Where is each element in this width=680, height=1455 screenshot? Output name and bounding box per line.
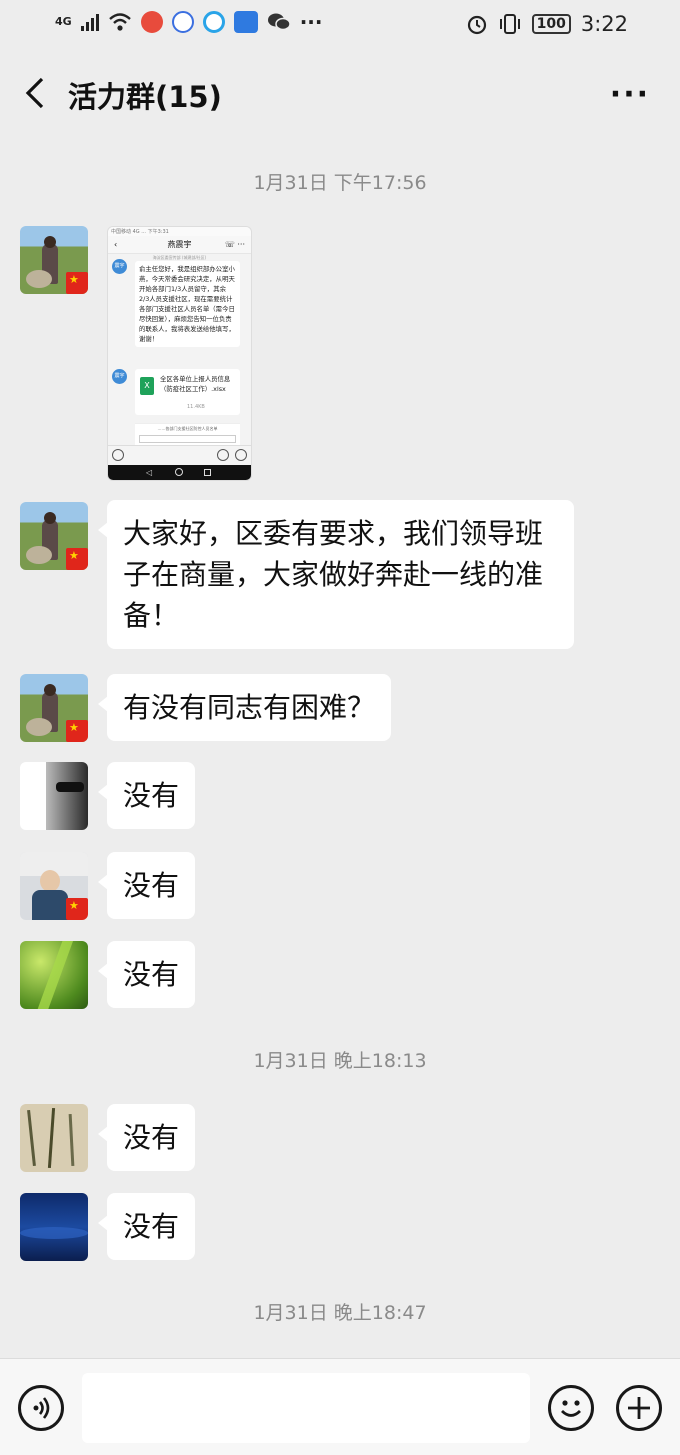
embedded-avatar: 震宇 [112, 369, 127, 384]
message-bubble[interactable]: 没有 [97, 762, 196, 829]
shared-screenshot-image[interactable]: 中国移动 4G ... 下午3:31 ‹ 燕震宇 ☏ ··· 海淀区委宣传部 (… [107, 226, 252, 481]
emoji-icon[interactable] [548, 1385, 594, 1431]
alarm-icon [467, 15, 486, 35]
browser-icon [202, 11, 225, 33]
avatar[interactable] [20, 1193, 88, 1261]
news-icon [233, 11, 258, 33]
embedded-avatar: 震宇 [112, 259, 127, 274]
embedded-file-name: 全区各单位上报人员信息（防疫社区工作）.xlsx [160, 375, 231, 393]
add-more-icon[interactable] [616, 1385, 662, 1431]
signal-icon [80, 13, 99, 31]
status-left: 4G ··· [55, 10, 322, 34]
message-input[interactable] [82, 1373, 530, 1443]
input-bar [0, 1358, 680, 1455]
vibrate-icon [499, 14, 520, 34]
status-time: 3:22 [580, 12, 628, 36]
status-right: 100 3:22 [466, 12, 628, 36]
embedded-nav-bar: ◁ [108, 465, 251, 480]
embedded-status: 中国移动 4G ... 下午3:31 [108, 227, 251, 236]
embedded-file-size: 11.4KB [187, 404, 205, 410]
more-notifications-icon: ··· [299, 10, 323, 34]
timestamp: 1月31日 晚上18:13 [253, 1050, 427, 1072]
message-bubble[interactable]: 没有 [97, 1104, 196, 1171]
more-options-icon[interactable]: ··· [610, 77, 650, 112]
notification-icon [140, 11, 163, 33]
flag-icon [66, 720, 88, 742]
embedded-contact: 燕震宇 [167, 240, 192, 249]
wechat-icon [267, 13, 291, 31]
message-bubble[interactable]: 没有 [97, 1193, 196, 1260]
message-bubble[interactable]: 没有 [97, 941, 196, 1008]
excel-file-icon: X [140, 377, 154, 395]
embedded-table-title: ……各部门支援社区防控人员名单 [157, 426, 218, 431]
chat-title: 活力群(15) [68, 80, 222, 114]
network-type: 4G [55, 15, 72, 28]
flag-icon [66, 548, 88, 570]
battery-icon: 100 [531, 14, 571, 34]
avatar[interactable] [20, 762, 88, 830]
timestamp: 1月31日 晚上18:47 [253, 1302, 427, 1324]
avatar[interactable] [20, 941, 88, 1009]
message-bubble[interactable]: 大家好，区委有要求，我们领导班子在商量，大家做好奔赴一线的准备！ [98, 500, 574, 649]
flag-icon [66, 272, 88, 294]
avatar[interactable] [20, 852, 88, 920]
back-icon[interactable] [20, 76, 50, 110]
chat-header: 活力群(15) ··· [0, 52, 680, 134]
message-bubble[interactable]: 有没有同志有困难？ [97, 674, 392, 741]
embedded-message: 俞主任您好，我是组织部办公室小燕，今天常委会研究决定，从明天开始各部门1/3人员… [135, 261, 240, 347]
message-bubble[interactable]: 没有 [97, 852, 196, 919]
avatar[interactable] [20, 226, 88, 294]
voice-input-icon[interactable] [18, 1385, 64, 1431]
avatar[interactable] [20, 502, 88, 570]
timestamp: 1月31日 下午17:56 [253, 172, 427, 194]
avatar[interactable] [20, 674, 88, 742]
embedded-table: ……各部门支援社区防控人员名单 [135, 423, 240, 447]
status-bar: 4G ··· 100 3:22 [0, 0, 680, 52]
embedded-header: ‹ 燕震宇 ☏ ··· [108, 236, 251, 254]
avatar[interactable] [20, 1104, 88, 1172]
baidu-icon [171, 11, 194, 33]
embedded-file: X 全区各单位上报人员信息（防疫社区工作）.xlsx 11.4KB [135, 369, 240, 415]
embedded-input-bar [108, 445, 251, 465]
wifi-icon [108, 13, 131, 31]
flag-icon [66, 898, 88, 920]
